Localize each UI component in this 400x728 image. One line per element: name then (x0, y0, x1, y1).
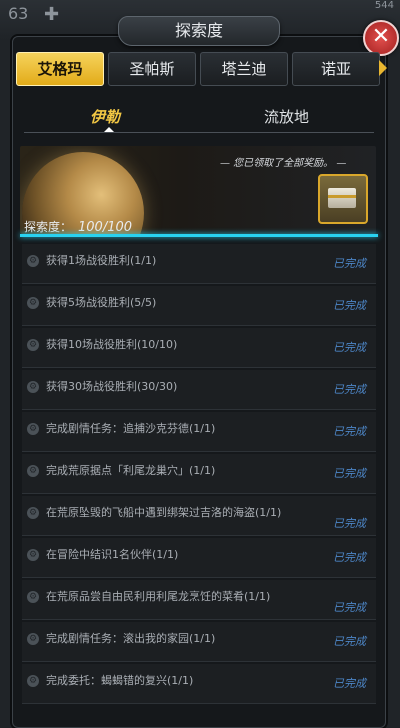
task-status: 已完成 (333, 635, 366, 648)
task-row: ⚙ 在荒原坠毁的飞船中遇到绑架过吉洛的海盗(1/1) 已完成 (22, 496, 376, 536)
task-status: 已完成 (333, 383, 366, 396)
task-row: ⚙ 完成剧情任务：追捕沙克芬德(1/1) 已完成 (22, 412, 376, 452)
task-text: 在冒险中结识1名伙伴(1/1) (46, 548, 179, 561)
gear-icon: ⚙ (27, 591, 39, 603)
task-text: 完成剧情任务：滚出我的家园(1/1) (46, 632, 216, 645)
task-list: ⚙ 获得1场战役胜利(1/1) 已完成 ⚙ 获得5场战役胜利(5/5) 已完成 ⚙ 获得10场… (22, 244, 376, 706)
task-row: ⚙ 获得30场战役胜利(30/30) 已完成 (22, 370, 376, 410)
exploration-progress-bar (20, 234, 378, 237)
tab-planet-3[interactable]: 塔兰迪 (200, 52, 288, 86)
reward-message: — 您已领取了全部奖励。 — (220, 158, 347, 169)
tab-planet-1[interactable]: 艾格玛 (16, 52, 104, 86)
gear-icon: ⚙ (27, 507, 39, 519)
background-level-number: 63 (8, 4, 29, 23)
task-row: ⚙ 完成荒原据点「利尾龙巢穴」(1/1) 已完成 (22, 454, 376, 494)
progress-value: 100/100 (78, 220, 133, 234)
task-status: 已完成 (333, 517, 366, 530)
task-status: 已完成 (333, 677, 366, 690)
planet-tabs: 艾格玛 圣帕斯 塔兰迪 诺亚 (16, 52, 380, 86)
task-text: 完成荒原据点「利尾龙巢穴」(1/1) (46, 464, 216, 477)
subtab-region-2[interactable]: 流放地 (264, 106, 309, 127)
gear-icon: ⚙ (27, 339, 39, 351)
progress-label-text: 探索度： (24, 220, 73, 234)
task-text: 在荒原坠毁的飞船中遇到绑架过吉洛的海盗(1/1) (46, 506, 282, 519)
task-status: 已完成 (333, 601, 366, 614)
close-icon[interactable]: ✕ (363, 20, 399, 56)
task-text: 获得10场战役胜利(10/10) (46, 338, 178, 351)
dialog-title: 探索度 (118, 16, 280, 46)
task-row: ⚙ 在荒原品尝自由民利用利尾龙烹饪的菜肴(1/1) 已完成 (22, 580, 376, 620)
gear-icon: ⚙ (27, 675, 39, 687)
exploration-banner: — 您已领取了全部奖励。 — 探索度： 100/100 (20, 146, 376, 234)
task-row: ⚙ 获得10场战役胜利(10/10) 已完成 (22, 328, 376, 368)
task-text: 获得5场战役胜利(5/5) (46, 296, 157, 309)
treasure-chest-icon (328, 188, 356, 208)
task-text: 在荒原品尝自由民利用利尾龙烹饪的菜肴(1/1) (46, 590, 271, 603)
task-text: 完成剧情任务：追捕沙克芬德(1/1) (46, 422, 216, 435)
task-status: 已完成 (333, 551, 366, 564)
gear-icon: ⚙ (27, 381, 39, 393)
tab-planet-4[interactable]: 诺亚 (292, 52, 380, 86)
task-row: ⚙ 在冒险中结识1名伙伴(1/1) 已完成 (22, 538, 376, 578)
reward-chest-button[interactable] (318, 174, 368, 224)
task-row: ⚙ 获得1场战役胜利(1/1) 已完成 (22, 244, 376, 284)
background-resource-text: 544 (374, 0, 394, 11)
task-status: 已完成 (333, 341, 366, 354)
task-row: ⚙ 完成剧情任务：滚出我的家园(1/1) 已完成 (22, 622, 376, 662)
gear-icon: ⚙ (27, 549, 39, 561)
task-status: 已完成 (333, 425, 366, 438)
gear-icon: ⚙ (27, 465, 39, 477)
scroll-right-arrow-icon[interactable] (379, 60, 387, 76)
gear-icon: ⚙ (27, 255, 39, 267)
subtab-divider (24, 132, 374, 133)
task-status: 已完成 (333, 299, 366, 312)
task-text: 完成委托：蝎蝎错的复兴(1/1) (46, 674, 194, 687)
task-row: ⚙ 获得5场战役胜利(5/5) 已完成 (22, 286, 376, 326)
plus-icon: ✚ (44, 4, 60, 25)
tab-planet-2[interactable]: 圣帕斯 (108, 52, 196, 86)
progress-bar-fill (20, 234, 378, 237)
region-subtabs: 伊勒 流放地 (24, 100, 374, 134)
gear-icon: ⚙ (27, 423, 39, 435)
task-status: 已完成 (333, 257, 366, 270)
subtab-region-1[interactable]: 伊勒 (90, 106, 120, 127)
exploration-progress-label: 探索度： 100/100 (24, 218, 132, 234)
gear-icon: ⚙ (27, 297, 39, 309)
gear-icon: ⚙ (27, 633, 39, 645)
task-status: 已完成 (333, 467, 366, 480)
task-text: 获得1场战役胜利(1/1) (46, 254, 157, 267)
task-row: ⚙ 完成委托：蝎蝎错的复兴(1/1) 已完成 (22, 664, 376, 704)
task-text: 获得30场战役胜利(30/30) (46, 380, 178, 393)
